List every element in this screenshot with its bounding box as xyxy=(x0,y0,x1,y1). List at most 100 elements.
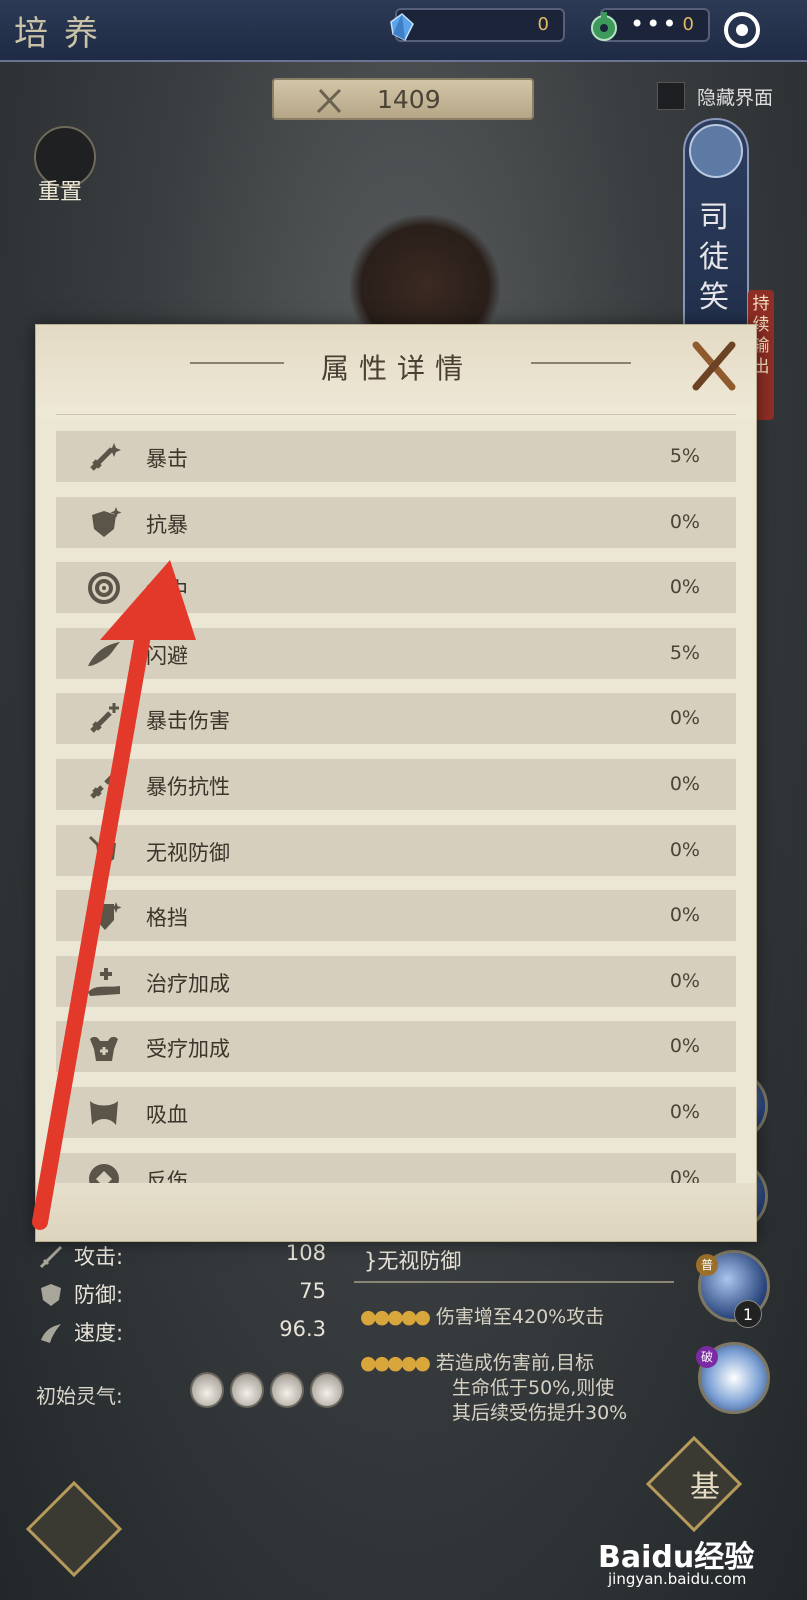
attribute-value: 5% xyxy=(669,641,700,664)
attribute-label: 受疗加成 xyxy=(146,1037,230,1062)
attribute-value: 0% xyxy=(669,510,700,533)
initial-spirit-label: 初始灵气: xyxy=(36,1384,123,1408)
attribute-label: 暴伤抗性 xyxy=(146,775,230,799)
rank-pips-icon: ●●●●● xyxy=(360,1352,431,1374)
top-bar: 培养 0 ••• 0 xyxy=(0,0,807,62)
attribute-row: 暴伤抗性 0% xyxy=(56,759,736,810)
attribute-value: 0% xyxy=(669,904,700,927)
attribute-row: 无视防御 0% xyxy=(56,824,736,876)
main-action-label: 基 xyxy=(690,1470,720,1505)
attribute-row: 治疗加成 0% xyxy=(56,955,736,1007)
stat-value: 108 xyxy=(285,1241,326,1265)
jade-counter[interactable]: ••• 0 xyxy=(591,8,710,42)
corner-menu-button[interactable] xyxy=(25,1480,123,1578)
attribute-label: 格挡 xyxy=(146,906,188,931)
hide-ui-checkbox[interactable] xyxy=(657,82,685,110)
shield-sparkle-icon xyxy=(92,506,122,537)
menu-dots[interactable]: ••• xyxy=(630,10,678,38)
body-heal-icon xyxy=(90,1037,118,1062)
piercing-shield-icon xyxy=(88,835,116,865)
attribute-value: 0% xyxy=(669,707,700,730)
break-tag: 破 xyxy=(696,1346,718,1368)
attribute-value: 0% xyxy=(669,1035,700,1058)
character-portrait xyxy=(350,215,500,335)
baidu-watermark: Baidu经验 jingyan.baidu.com xyxy=(598,1532,754,1588)
broken-sword-icon xyxy=(90,773,116,799)
attribute-value: 0% xyxy=(669,1101,700,1123)
hide-ui-label: 隐藏界面 xyxy=(697,86,774,109)
attribute-label: 暴击 xyxy=(146,447,188,471)
skill-row-text: 伤害增至420%攻击 xyxy=(435,1306,605,1328)
page-title: 培养 xyxy=(14,14,114,54)
modal-footer xyxy=(36,1183,756,1241)
spirit-orb-icon xyxy=(230,1372,264,1408)
skill-line: }无视防御 xyxy=(364,1249,462,1273)
stat-value: 96.3 xyxy=(279,1317,326,1341)
attribute-value: 0% xyxy=(669,838,700,861)
attribute-label: 抗暴 xyxy=(146,512,188,537)
title-ornament xyxy=(190,362,284,364)
attribute-details-modal: 属性详情 暴击 5% 抗暴 0% 命中 0% 闪避 5% 暴击伤害 0% 暴伤抗性 0% 无视防御 0% 格… xyxy=(35,324,757,1242)
stat-defense: 防御: 75 xyxy=(36,1276,326,1314)
shield-icon xyxy=(41,1284,61,1306)
target-icon xyxy=(88,572,120,605)
jade-pendant-icon xyxy=(591,12,617,41)
healing-hand-icon xyxy=(88,967,120,996)
fangs-icon xyxy=(90,1101,118,1125)
sword-sparkle-icon xyxy=(90,443,121,471)
speed-icon xyxy=(41,1324,61,1343)
stat-label: 防御: xyxy=(74,1283,124,1307)
attribute-label: 命中 xyxy=(146,578,188,603)
skill-row-text: 其后续受伤提升30% xyxy=(452,1402,628,1424)
attribute-value: 0% xyxy=(669,773,700,795)
attribute-list[interactable]: 暴击 5% 抗暴 0% 命中 0% 闪避 5% 暴击伤害 0% 暴伤抗性 0% 无视防御 0% 格挡 0% 治疗… xyxy=(56,431,736,1189)
character-name: 司徒笑 xyxy=(699,200,729,315)
sword-plus-icon xyxy=(90,703,119,734)
skill-row-text: 若造成伤害前,目标 xyxy=(435,1352,594,1374)
divider xyxy=(354,1281,674,1283)
stat-label: 攻击: xyxy=(74,1245,124,1269)
attribute-row: 受疗加成 0% xyxy=(56,1021,736,1073)
watermark-url: jingyan.baidu.com xyxy=(608,1570,747,1588)
modal-title: 属性详情 xyxy=(321,352,474,385)
attribute-label: 无视防御 xyxy=(146,840,230,865)
attribute-row: 暴击 5% xyxy=(56,431,736,482)
attribute-label: 吸血 xyxy=(146,1103,188,1127)
sword-icon xyxy=(39,1245,63,1269)
crystal-gem-icon xyxy=(390,13,414,42)
modal-header: 属性详情 xyxy=(36,325,756,417)
skill-row-text: 生命低于50%,则使 xyxy=(452,1377,615,1399)
spirit-stone-counter[interactable]: 0 xyxy=(390,8,565,42)
attribute-label: 闪避 xyxy=(146,643,188,668)
hide-ui-toggle[interactable]: 隐藏界面 xyxy=(657,82,773,110)
attribute-row: 吸血 0% xyxy=(56,1087,736,1138)
spirit-orb-icon xyxy=(190,1372,224,1408)
stat-label: 速度: xyxy=(74,1321,124,1345)
attribute-row: 格挡 0% xyxy=(56,890,736,942)
reset-button[interactable]: 重置 xyxy=(30,126,100,205)
stat-speed: 速度: 96.3 xyxy=(36,1314,326,1352)
common-tag: 普 xyxy=(696,1254,718,1276)
jade-value: 0 xyxy=(682,14,694,35)
attribute-row: 命中 0% xyxy=(56,562,736,614)
attribute-value: 5% xyxy=(669,445,700,467)
attribute-value: 0% xyxy=(669,576,700,599)
skill-row: ●●●●● 若造成伤害前,目标 xyxy=(360,1351,594,1376)
spirit-orb-icon xyxy=(310,1372,344,1408)
combat-power-banner: 1409 xyxy=(272,78,534,120)
attribute-label: 治疗加成 xyxy=(146,971,230,996)
attribute-row: 抗暴 0% xyxy=(56,496,736,548)
stat-value: 75 xyxy=(299,1279,326,1303)
skill-description: }无视防御 ●●●●● 伤害增至420%攻击 ●●●●● 若造成伤害前,目标 生命低… xyxy=(354,1243,684,1443)
character-emblem-icon xyxy=(689,124,743,178)
reset-label: 重置 xyxy=(38,180,83,205)
rank-pips-icon: ●●●●● xyxy=(360,1306,431,1328)
attribute-label: 暴击伤害 xyxy=(146,709,230,734)
combat-power-value: 1409 xyxy=(377,85,441,114)
spirit-stone-value: 0 xyxy=(537,14,549,35)
skill-row: ●●●●● 伤害增至420%攻击 xyxy=(360,1305,604,1330)
initial-spirit: 初始灵气: xyxy=(36,1372,344,1409)
attribute-value: 0% xyxy=(669,969,700,992)
target-icon[interactable] xyxy=(724,12,760,48)
close-icon[interactable] xyxy=(688,339,738,393)
